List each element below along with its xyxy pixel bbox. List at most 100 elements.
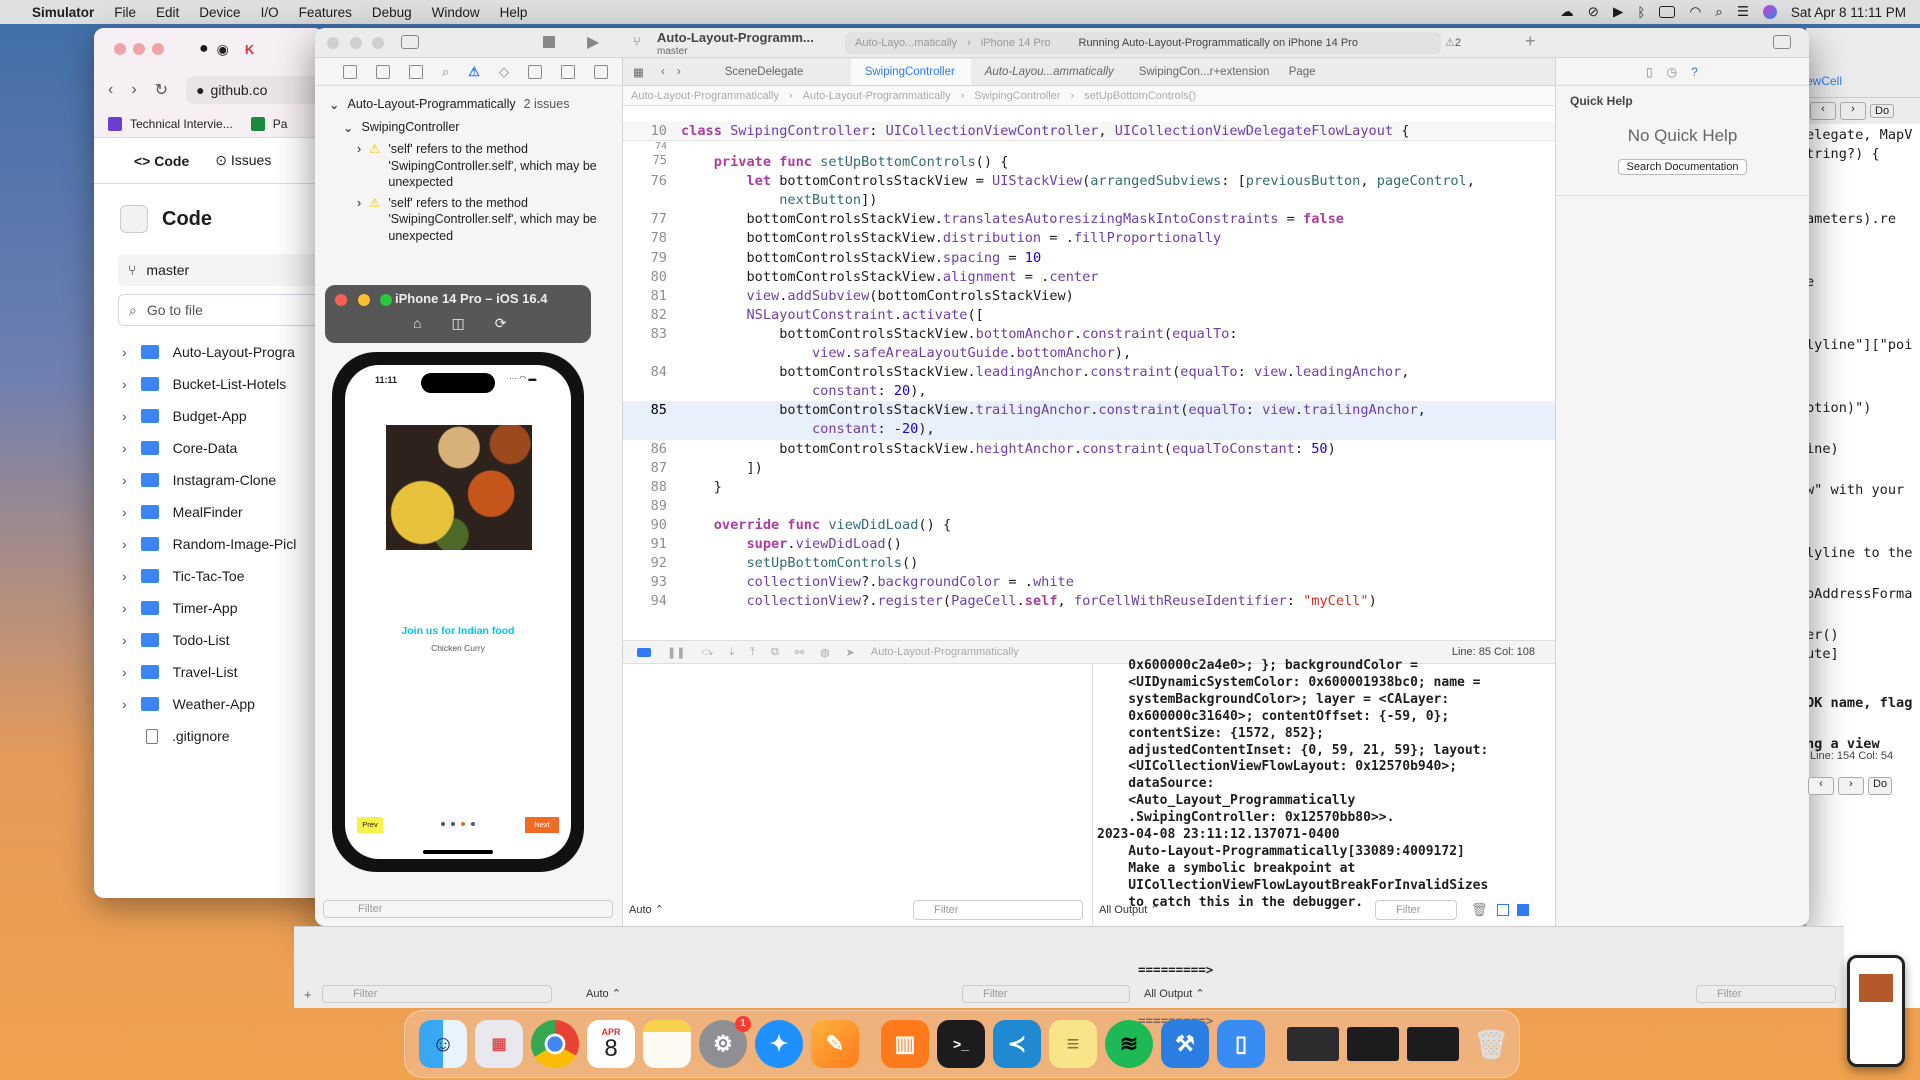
bookmark-pa[interactable]: Pa	[273, 117, 288, 131]
play-status-icon[interactable]: ▶	[1613, 4, 1623, 20]
variables-filter[interactable]: Filter	[913, 900, 1083, 920]
screenshot-icon[interactable]: ◫	[451, 315, 464, 332]
bookmark-technical[interactable]: Technical Intervie...	[130, 117, 233, 131]
xc-close-button[interactable]	[327, 37, 339, 49]
dock-spotify[interactable]: ≋	[1105, 1020, 1153, 1068]
page-dot[interactable]	[441, 822, 445, 826]
disclosure-open-icon[interactable]: ⌄	[329, 97, 339, 112]
spotlight-icon[interactable]: ⌕	[1715, 4, 1723, 20]
dock-launchpad[interactable]: ▦	[475, 1020, 523, 1068]
menu-file[interactable]: File	[114, 5, 136, 20]
step-in-icon[interactable]: ⤓	[729, 646, 734, 659]
dock-xcode[interactable]: ⚒	[1161, 1020, 1209, 1068]
issue-row[interactable]: › ⚠ 'self' refers to the method 'Swiping…	[315, 195, 622, 245]
dock-stickies[interactable]: ≡	[1049, 1020, 1097, 1068]
back-filter-2[interactable]: Filter	[962, 985, 1130, 1003]
crumb-project[interactable]: Auto-Layout-Programmatically	[631, 90, 779, 102]
inspector-toggle-icon[interactable]	[1773, 35, 1791, 49]
back-icon[interactable]: ‹	[108, 81, 113, 99]
disclosure-closed-icon[interactable]: ›	[357, 141, 361, 191]
step-out-icon[interactable]: ⤒	[750, 646, 755, 659]
tab-issues[interactable]: ⊙ Issues	[215, 152, 271, 169]
dock-simulator[interactable]: ▯	[1217, 1020, 1265, 1068]
file-row[interactable]: › Timer-App	[94, 592, 324, 624]
report-nav-icon[interactable]	[593, 64, 608, 79]
issue-nav-icon[interactable]: ⚠	[468, 64, 480, 80]
chevron-right-icon[interactable]: ›	[122, 632, 127, 648]
control-center-icon[interactable]: ☰	[1737, 4, 1749, 20]
forward-icon[interactable]: ›	[131, 81, 136, 99]
simulator-preview-thumbnail[interactable]	[1847, 955, 1905, 1067]
tab-icon[interactable]: ◉	[217, 41, 229, 58]
file-row[interactable]: › Budget-App	[94, 400, 324, 432]
page-dot[interactable]	[451, 822, 455, 826]
back-auto-selector[interactable]: Auto ⌃	[586, 987, 621, 1000]
do-not-disturb-icon[interactable]: ⊘	[1588, 4, 1599, 20]
menu-debug[interactable]: Debug	[372, 5, 412, 20]
disclosure-closed-icon[interactable]: ›	[357, 195, 361, 245]
close-button[interactable]	[114, 43, 126, 55]
grid-icon[interactable]: ▦	[633, 65, 647, 79]
page-dot[interactable]	[471, 822, 475, 826]
back-add-icon[interactable]: +	[304, 987, 312, 1002]
file-inspector-icon[interactable]: ▯	[1646, 65, 1653, 79]
creative-cloud-icon[interactable]: ☁	[1560, 4, 1574, 20]
dock-vscode[interactable]: ≺	[993, 1020, 1041, 1068]
issue-file-row[interactable]: ⌄ SwipingController	[315, 116, 622, 138]
source-control-nav-icon[interactable]	[376, 64, 390, 79]
back-do-button-2[interactable]: Do	[1868, 777, 1893, 795]
dock-window-thumb-2[interactable]	[1347, 1027, 1399, 1061]
next-button[interactable]: Next	[525, 817, 559, 833]
page-dot[interactable]	[461, 822, 465, 826]
issue-row[interactable]: › ⚠ 'self' refers to the method 'Swiping…	[315, 141, 622, 191]
xc-zoom-button[interactable]	[372, 37, 385, 49]
file-row[interactable]: › Todo-List	[94, 624, 324, 656]
k-tab-icon[interactable]: K	[245, 42, 254, 57]
dock-notes[interactable]	[643, 1020, 691, 1068]
back-nav-prev[interactable]: ‹	[1810, 102, 1836, 120]
file-row[interactable]: › MealFinder	[94, 496, 324, 528]
dock-terminal[interactable]: >_	[937, 1020, 985, 1068]
sim-minimize-button[interactable]	[357, 294, 370, 306]
warning-count-badge[interactable]: ⚠2	[1445, 36, 1461, 49]
crumb-group[interactable]: Auto-Layout-Programmatically	[803, 90, 951, 102]
menu-app-name[interactable]: Simulator	[32, 5, 94, 20]
battery-icon[interactable]	[1659, 6, 1676, 18]
home-icon[interactable]: ⌂	[413, 315, 421, 332]
navigator-toggle-icon[interactable]	[401, 35, 419, 49]
debug-nav-icon[interactable]	[527, 64, 542, 79]
crumb-method[interactable]: setUpBottomControls()	[1084, 90, 1196, 102]
search-documentation-button[interactable]: Search Documentation	[1617, 159, 1748, 175]
dock-window-thumb-1[interactable]	[1287, 1027, 1339, 1061]
back-nav-next[interactable]: ›	[1840, 102, 1866, 120]
pause-icon[interactable]: ❚❚	[667, 646, 685, 659]
chevron-right-icon[interactable]: ›	[122, 344, 127, 360]
view-debugger-icon[interactable]: ⧉	[771, 646, 779, 659]
scheme-selector[interactable]: Auto-Layo...matically	[855, 37, 957, 49]
folder-nav-icon[interactable]	[343, 64, 357, 79]
siri-icon[interactable]	[1762, 5, 1777, 19]
tab-swipingcontroller[interactable]: SwipingController	[850, 58, 971, 85]
back-output-selector[interactable]: All Output ⌃	[1144, 987, 1205, 1000]
device-selector[interactable]: iPhone 14 Pro	[981, 37, 1051, 49]
chevron-right-icon[interactable]: ›	[122, 376, 127, 392]
menu-edit[interactable]: Edit	[156, 5, 179, 20]
file-row[interactable]: › Travel-List	[94, 656, 324, 688]
location-icon[interactable]: ➤	[846, 646, 855, 659]
menu-io[interactable]: I/O	[261, 5, 279, 20]
dock-safari[interactable]: ✦	[755, 1020, 803, 1068]
tab-swiping-extension[interactable]: SwipingCon...r+extension	[1139, 66, 1279, 78]
back-tab-fragment[interactable]: ewCell	[1806, 74, 1842, 88]
symbol-nav-icon[interactable]	[409, 64, 423, 79]
dock-system-settings[interactable]: ⚙ 1	[699, 1016, 751, 1068]
breakpoint-nav-icon[interactable]	[560, 64, 575, 79]
console-filter[interactable]: Filter	[1375, 900, 1457, 920]
rotate-icon[interactable]: ⟳	[495, 315, 507, 332]
disclosure-open-icon[interactable]: ⌄	[343, 120, 353, 135]
back-filter-1[interactable]: Filter	[322, 985, 552, 1003]
dock-chrome[interactable]	[531, 1020, 579, 1068]
tab-page[interactable]: Page	[1289, 66, 1316, 78]
find-nav-icon[interactable]: ⌕	[442, 64, 449, 80]
dock-books[interactable]: ▥	[881, 1020, 929, 1068]
chevron-right-icon[interactable]: ›	[122, 440, 127, 456]
